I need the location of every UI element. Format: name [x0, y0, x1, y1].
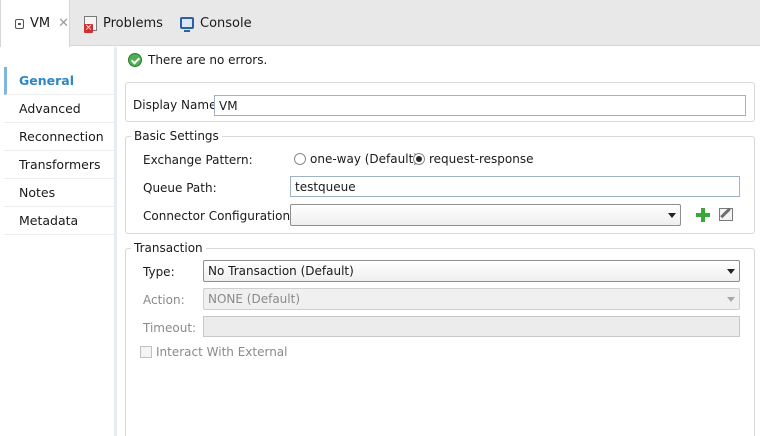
connector-configuration-label: Connector Configuration: — [143, 209, 295, 223]
sidebar-item-label: Reconnection — [19, 129, 104, 144]
transaction-type-value: No Transaction (Default) — [208, 264, 354, 278]
edit-icon[interactable] — [719, 208, 733, 221]
console-icon — [180, 17, 194, 32]
tab-console[interactable]: Console — [180, 0, 260, 46]
chevron-down-icon — [668, 212, 676, 218]
timeout-label: Timeout: — [143, 321, 197, 335]
type-label: Type: — [143, 265, 175, 279]
chevron-down-icon — [727, 296, 735, 302]
sidebar-nav: General Advanced Reconnection Transforme… — [0, 47, 117, 436]
chevron-down-icon — [727, 268, 735, 274]
sidebar-item-label: General — [19, 73, 74, 88]
radio-button[interactable] — [413, 153, 425, 165]
request-response-label: request-response — [429, 152, 534, 166]
tab-vm-label: VM — [29, 16, 51, 31]
transaction-action-value: NONE (Default) — [208, 292, 301, 306]
sidebar-item-metadata[interactable]: Metadata — [4, 207, 114, 235]
transaction-legend: Transaction — [131, 241, 206, 255]
transaction-type-select[interactable]: No Transaction (Default) — [203, 260, 740, 282]
checkbox — [140, 346, 152, 358]
sidebar-item-label: Transformers — [19, 157, 101, 172]
add-icon[interactable] — [696, 208, 710, 222]
timeout-input — [203, 316, 740, 337]
check-circle-icon — [128, 53, 142, 67]
one-way-label: one-way (Default) — [310, 152, 418, 166]
queue-path-label: Queue Path: — [143, 181, 217, 195]
sidebar-item-label: Metadata — [19, 213, 79, 228]
basic-settings-legend: Basic Settings — [131, 129, 222, 143]
editor-tab-bar: VM ✕ Problems Console — [0, 0, 760, 47]
action-label: Action: — [143, 293, 185, 307]
status-message: There are no errors. — [148, 53, 268, 67]
vm-icon — [15, 18, 24, 29]
validation-status: There are no errors. — [128, 51, 267, 69]
sidebar-item-label: Advanced — [19, 101, 81, 116]
sidebar-item-notes[interactable]: Notes — [4, 179, 114, 207]
tab-console-label: Console — [200, 15, 252, 31]
sidebar-item-reconnection[interactable]: Reconnection — [4, 123, 114, 151]
sidebar-item-label: Notes — [19, 185, 56, 200]
sidebar-item-advanced[interactable]: Advanced — [4, 95, 114, 123]
queue-path-input[interactable] — [290, 176, 740, 197]
interact-with-external-checkbox: Interact With External — [140, 345, 287, 359]
display-name-input[interactable] — [214, 95, 746, 116]
tab-problems[interactable]: Problems — [84, 0, 174, 46]
interact-with-external-label: Interact With External — [156, 345, 288, 359]
sidebar-item-transformers[interactable]: Transformers — [4, 151, 114, 179]
display-name-label: Display Name: — [133, 98, 221, 112]
transaction-action-select: NONE (Default) — [203, 288, 740, 310]
close-icon[interactable]: ✕ — [58, 16, 69, 31]
one-way-radio[interactable]: one-way (Default) — [294, 152, 418, 166]
radio-button[interactable] — [294, 153, 306, 165]
exchange-pattern-label: Exchange Pattern: — [143, 153, 253, 167]
sidebar-item-general[interactable]: General — [4, 67, 114, 95]
tab-problems-label: Problems — [103, 15, 163, 31]
problems-icon — [84, 15, 97, 33]
tab-vm[interactable]: VM ✕ — [0, 0, 70, 47]
connector-configuration-select[interactable] — [290, 204, 681, 226]
request-response-radio[interactable]: request-response — [413, 152, 533, 166]
